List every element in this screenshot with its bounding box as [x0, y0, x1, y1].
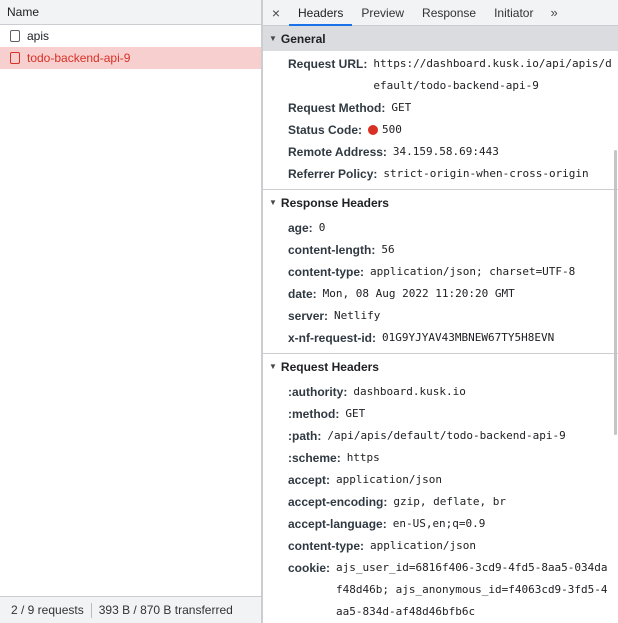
- footer-separator: [90, 602, 92, 618]
- header-key: accept-encoding:: [288, 495, 388, 509]
- header-row: :authority: dashboard.kusk.io: [263, 381, 618, 403]
- header-row: :method: GET: [263, 403, 618, 425]
- header-value: strict-origin-when-cross-origin: [383, 167, 589, 180]
- caret-down-icon: ▼: [269, 34, 277, 43]
- header-row: :path: /api/apis/default/todo-backend-ap…: [263, 425, 618, 447]
- header-row: content-type: application/json: [263, 535, 618, 557]
- header-row: date: Mon, 08 Aug 2022 11:20:20 GMT: [263, 283, 618, 305]
- header-value: 56: [381, 243, 395, 256]
- tab-headers[interactable]: Headers: [289, 0, 353, 26]
- request-row-todo-backend-api-9[interactable]: todo-backend-api-9: [0, 47, 261, 69]
- header-key: server:: [288, 309, 329, 323]
- section-title: General: [280, 31, 326, 46]
- requests-count: 2 / 9 requests: [11, 603, 84, 617]
- header-key: Request Method:: [288, 101, 386, 115]
- details-tab-bar: × Headers Preview Response Initiator »: [263, 0, 618, 26]
- header-value: application/json: [370, 539, 476, 552]
- header-key: age:: [288, 221, 313, 235]
- header-row: cookie: ajs_user_id=6816f406-3cd9-4fd5-8…: [263, 557, 618, 623]
- header-key: Remote Address:: [288, 145, 387, 159]
- header-value: https://dashboard.kusk.io/api/apis/defau…: [373, 57, 612, 92]
- tab-response[interactable]: Response: [413, 0, 485, 25]
- header-row: content-type: application/json; charset=…: [263, 261, 618, 283]
- header-value: https: [346, 451, 380, 464]
- header-key: content-type:: [288, 265, 364, 279]
- header-value: gzip, deflate, br: [393, 495, 506, 508]
- header-key: Status Code:: [288, 123, 363, 137]
- header-key: :scheme:: [288, 451, 341, 465]
- network-summary-bar: 2 / 9 requests 393 B / 870 B transferred: [0, 596, 261, 623]
- transferred-size: 393 B / 870 B transferred: [98, 603, 233, 617]
- name-column-header[interactable]: Name: [0, 0, 261, 25]
- header-value: application/json; charset=UTF-8: [370, 265, 576, 278]
- header-key: :method:: [288, 407, 340, 421]
- error-status-icon: [368, 125, 379, 135]
- header-value: 0: [318, 221, 326, 234]
- request-details-panel: × Headers Preview Response Initiator » ▼…: [263, 0, 618, 623]
- request-headers-section: ▼ Request Headers :authority: dashboard.…: [263, 354, 618, 623]
- header-key: :path:: [288, 429, 322, 443]
- header-value: Mon, 08 Aug 2022 11:20:20 GMT: [322, 287, 515, 300]
- header-value: /api/apis/default/todo-backend-api-9: [327, 429, 566, 442]
- header-row: age: 0: [263, 217, 618, 239]
- caret-down-icon: ▼: [269, 362, 277, 371]
- document-icon: [10, 30, 20, 42]
- header-row-referrer-policy: Referrer Policy: strict-origin-when-cros…: [263, 163, 618, 185]
- general-section-header[interactable]: ▼ General: [263, 26, 618, 51]
- header-row-remote-address: Remote Address: 34.159.58.69:443: [263, 141, 618, 163]
- header-row: content-length: 56: [263, 239, 618, 261]
- header-row: :scheme: https: [263, 447, 618, 469]
- header-value: en-US,en;q=0.9: [392, 517, 486, 530]
- header-row: accept-language: en-US,en;q=0.9: [263, 513, 618, 535]
- close-icon[interactable]: ×: [263, 0, 289, 25]
- document-icon: [10, 52, 20, 64]
- request-row-apis[interactable]: apis: [0, 25, 261, 47]
- section-title: Request Headers: [280, 359, 379, 374]
- header-key: content-type:: [288, 539, 364, 553]
- scrollbar-thumb[interactable]: [614, 150, 617, 435]
- header-key: content-length:: [288, 243, 376, 257]
- header-value: Netlify: [334, 309, 381, 322]
- header-value: dashboard.kusk.io: [353, 385, 466, 398]
- header-key: Request URL:: [288, 57, 368, 71]
- header-row-status-code: Status Code: 500: [263, 119, 618, 141]
- tab-preview[interactable]: Preview: [352, 0, 413, 25]
- header-key: Referrer Policy:: [288, 167, 378, 181]
- header-key: date:: [288, 287, 317, 301]
- general-section: ▼ General Request URL: https://dashboard…: [263, 26, 618, 190]
- header-row: x-nf-request-id: 01G9YJYAV43MBNEW67TY5H8…: [263, 327, 618, 349]
- header-row: accept-encoding: gzip, deflate, br: [263, 491, 618, 513]
- request-name: todo-backend-api-9: [27, 51, 131, 65]
- header-row: accept: application/json: [263, 469, 618, 491]
- header-key: x-nf-request-id:: [288, 331, 376, 345]
- header-value: 500: [382, 123, 402, 136]
- response-headers-section: ▼ Response Headers age: 0 content-length…: [263, 190, 618, 354]
- tab-initiator[interactable]: Initiator: [485, 0, 542, 25]
- section-title: Response Headers: [280, 195, 389, 210]
- header-key: :authority:: [288, 385, 348, 399]
- request-headers-section-header[interactable]: ▼ Request Headers: [263, 354, 618, 379]
- header-value: GET: [391, 101, 412, 114]
- header-key: accept-language:: [288, 517, 387, 531]
- header-row-request-method: Request Method: GET: [263, 97, 618, 119]
- request-name: apis: [27, 29, 50, 43]
- caret-down-icon: ▼: [269, 198, 277, 207]
- header-row-request-url: Request URL: https://dashboard.kusk.io/a…: [263, 53, 618, 97]
- header-value: ajs_user_id=6816f406-3cd9-4fd5-8aa5-034d…: [336, 561, 608, 618]
- header-row: server: Netlify: [263, 305, 618, 327]
- header-value: application/json: [336, 473, 442, 486]
- header-value: 34.159.58.69:443: [392, 145, 499, 158]
- response-headers-section-header[interactable]: ▼ Response Headers: [263, 190, 618, 215]
- header-key: accept:: [288, 473, 331, 487]
- header-value: GET: [345, 407, 366, 420]
- header-value: 01G9YJYAV43MBNEW67TY5H8EVN: [382, 331, 555, 344]
- header-key: cookie:: [288, 561, 331, 575]
- network-request-list: Name apis todo-backend-api-9 2 / 9 reque…: [0, 0, 262, 623]
- more-tabs-icon[interactable]: »: [542, 0, 565, 25]
